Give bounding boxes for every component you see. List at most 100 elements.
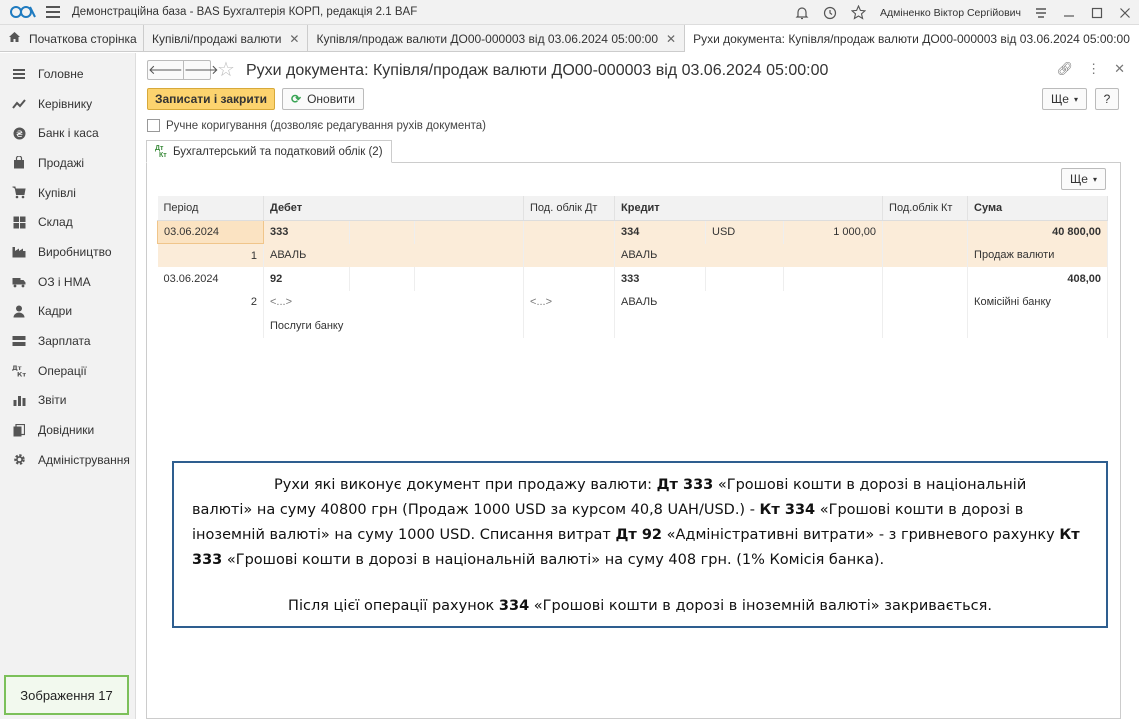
cell-sub-dt[interactable]: <...> (523, 290, 616, 314)
sidebar-item-bank[interactable]: ₴ Банк і каса (0, 118, 135, 148)
cell-credit-subconto[interactable]: АВАЛЬ (614, 243, 884, 267)
cell-empty (157, 314, 264, 338)
column-header-credit[interactable]: Кредит (614, 196, 884, 221)
cell-credit-amount[interactable]: 1 000,00 (783, 220, 884, 244)
cell-empty (967, 314, 1109, 338)
shopping-bag-icon (12, 156, 26, 170)
history-icon[interactable] (816, 0, 844, 25)
dt-kt-icon: Дт Кт (12, 364, 26, 378)
manual-correction-checkbox[interactable] (147, 119, 160, 132)
sidebar-item-production[interactable]: Виробництво (0, 237, 135, 267)
cell-sub-dt[interactable] (523, 220, 616, 244)
column-header-sub-dt[interactable]: Под. облік Дт (523, 196, 616, 221)
app-logo-icon[interactable] (10, 5, 36, 19)
sidebar-item-label: Купівлі (38, 185, 76, 200)
more-button[interactable]: Ще ▾ (1042, 88, 1087, 110)
cell-credit-account[interactable]: 333 (614, 267, 707, 291)
save-close-button[interactable]: Записати і закрити (147, 88, 275, 110)
cell-empty (414, 220, 525, 244)
sidebar-item-reports[interactable]: Звіти (0, 386, 135, 416)
column-header-sum[interactable]: Сума (967, 196, 1109, 221)
close-icon[interactable]: ✕ (289, 32, 299, 46)
table-row-detail[interactable]: Послуги банку (157, 314, 1109, 338)
sidebar-item-hr[interactable]: Кадри (0, 297, 135, 327)
cell-debit-subconto-2[interactable]: Послуги банку (263, 314, 525, 338)
close-window-icon[interactable] (1111, 0, 1139, 25)
cell-debit-account[interactable]: 333 (263, 220, 350, 244)
callout-text: Після цієї операції рахунок (288, 598, 499, 614)
cell-credit-amount[interactable] (783, 267, 884, 291)
sidebar-item-salary[interactable]: Зарплата (0, 326, 135, 356)
tab-accounting-register[interactable]: Дт Кт Бухгалтерський та податковий облік… (146, 140, 392, 163)
table-row-detail[interactable]: 2 <...> <...> АВАЛЬ Комісійні банку (157, 290, 1109, 314)
maximize-icon[interactable] (1083, 0, 1111, 25)
bar-chart-icon (12, 393, 26, 407)
tab-currency-list[interactable]: Купівлі/продажі валюти ✕ (144, 25, 309, 52)
app-title: Демонстраційна база - BAS Бухгалтерія КО… (72, 6, 418, 18)
link-icon[interactable]: 🔗︎ (1057, 61, 1074, 77)
sidebar-item-operations[interactable]: Дт Кт Операції (0, 356, 135, 386)
sidebar-item-main[interactable]: Головне (0, 59, 135, 89)
callout-paragraph-1: Рухи які виконує документ при продажу ва… (192, 473, 1088, 573)
tab-home[interactable]: Початкова сторінка (0, 25, 144, 52)
forward-arrow-icon[interactable]: 🡒 (184, 61, 219, 79)
more-vertical-icon[interactable]: ⋮ (1087, 61, 1100, 77)
cell-sum-note[interactable]: Продаж валюти (967, 243, 1109, 267)
sidebar-item-administration[interactable]: Адміністрування (0, 445, 135, 475)
tab-currency-document[interactable]: Купівля/продаж валюти ДО00-000003 від 03… (308, 25, 686, 52)
cell-sum[interactable]: 40 800,00 (967, 220, 1109, 244)
column-header-period[interactable]: Період (157, 196, 264, 221)
manual-correction-label[interactable]: Ручне коригування (дозволяє редагування … (166, 120, 486, 132)
cell-credit-account[interactable]: 334 (614, 220, 707, 244)
history-navigation: 🡐 🡒 (147, 60, 219, 80)
cell-empty (523, 243, 616, 267)
truck-icon (12, 275, 26, 289)
cell-debit-subconto[interactable]: АВАЛЬ (263, 243, 525, 267)
cell-debit-account[interactable]: 92 (263, 267, 350, 291)
cell-credit-subconto[interactable]: АВАЛЬ (614, 290, 884, 314)
sidebar-item-label: ОЗ і НМА (38, 274, 91, 289)
help-button[interactable]: ? (1095, 88, 1119, 110)
favorites-star-icon[interactable] (844, 0, 872, 25)
cell-debit-subconto[interactable]: <...> (263, 290, 525, 314)
sidebar-item-manager[interactable]: Керівнику (0, 89, 135, 119)
close-icon[interactable]: ✕ (666, 32, 676, 46)
sidebar-item-warehouse[interactable]: Склад (0, 207, 135, 237)
cell-empty (882, 243, 969, 267)
back-arrow-icon[interactable]: 🡐 (148, 61, 184, 79)
bell-icon[interactable] (788, 0, 816, 25)
favorite-star-icon[interactable]: ☆ (217, 57, 235, 82)
cell-sub-kt[interactable] (882, 220, 969, 244)
table-row[interactable]: 03.06.2024 92 333 408,00 (157, 267, 1109, 291)
close-icon[interactable]: ✕ (1114, 61, 1125, 77)
main-menu-icon[interactable] (46, 6, 60, 18)
cell-period[interactable]: 03.06.2024 (157, 219, 264, 244)
user-name[interactable]: Адміненко Віктор Сергійович (880, 7, 1021, 19)
tab-label: Бухгалтерський та податковий облік (2) (173, 145, 383, 158)
column-header-sub-kt[interactable]: Под.облік Кт (882, 196, 969, 221)
cell-sum[interactable]: 408,00 (967, 267, 1109, 291)
cell-period[interactable]: 03.06.2024 (157, 267, 264, 291)
sidebar-item-purchases[interactable]: Купівлі (0, 178, 135, 208)
refresh-icon: ⟳ (291, 92, 302, 106)
sidebar-item-fixed-assets[interactable]: ОЗ і НМА (0, 267, 135, 297)
column-header-debit[interactable]: Дебет (263, 196, 525, 221)
sidebar-item-sales[interactable]: Продажі (0, 148, 135, 178)
table-row[interactable]: 03.06.2024 333 334 USD 1 000,00 40 800,0… (157, 219, 1109, 244)
cell-sub-kt[interactable] (882, 267, 969, 291)
minimize-icon[interactable] (1055, 0, 1083, 25)
refresh-button[interactable]: ⟳ Оновити (282, 88, 364, 110)
sidebar-item-directories[interactable]: Довідники (0, 415, 135, 445)
cell-credit-currency[interactable]: USD (705, 220, 785, 244)
table-more-button[interactable]: Ще ▾ (1061, 168, 1106, 190)
factory-icon (12, 245, 26, 259)
cell-sum-note[interactable]: Комісійні банку (967, 290, 1109, 314)
cell-empty (614, 314, 884, 338)
table-row-detail[interactable]: 1 АВАЛЬ АВАЛЬ Продаж валюти (157, 243, 1109, 267)
callout-bold: 334 (498, 598, 530, 614)
trend-chart-icon (12, 97, 26, 111)
tab-label: Купівлі/продажі валюти (152, 31, 282, 46)
settings-menu-icon[interactable] (1027, 0, 1055, 25)
tab-document-movements[interactable]: Рухи документа: Купівля/продаж валюти ДО… (685, 25, 1139, 53)
cell-credit-currency[interactable] (705, 267, 785, 291)
